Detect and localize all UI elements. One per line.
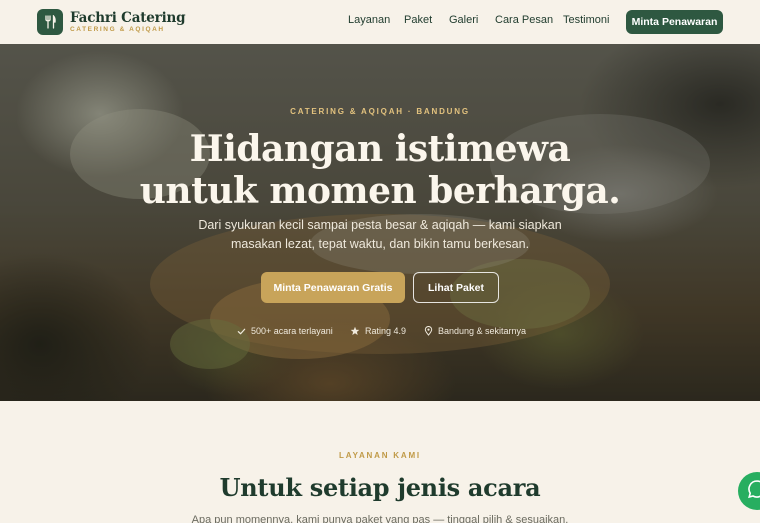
whatsapp-icon — [747, 479, 760, 504]
stat-events-text: 500+ acara terlayani — [251, 326, 333, 336]
stat-location-text: Bandung & sekitarnya — [438, 326, 527, 336]
brand-tagline: CATERING & AQIQAH — [70, 26, 165, 33]
hero-title-line-1: Hidangan istimewa — [189, 128, 571, 170]
hero-lead: Dari syukuran kecil sampai pesta besar &… — [0, 216, 760, 254]
nav-item-galeri[interactable]: Galeri — [449, 14, 478, 26]
services-section: LAYANAN KAMI Untuk setiap jenis acara Ap… — [0, 401, 760, 523]
services-eyebrow: LAYANAN KAMI — [339, 451, 421, 460]
nav-item-cara-pesan[interactable]: Cara Pesan — [495, 14, 553, 26]
request-quote-button[interactable]: Minta Penawaran — [626, 10, 723, 34]
brand-logo[interactable]: Fachri Catering CATERING & AQIQAH — [37, 9, 186, 35]
hero-lead-line-1: Dari syukuran kecil sampai pesta besar &… — [198, 218, 562, 232]
nav-item-layanan[interactable]: Layanan — [348, 14, 390, 26]
nav-item-testimoni[interactable]: Testimoni — [563, 14, 609, 26]
utensils-icon — [37, 9, 63, 35]
brand-name: Fachri Catering — [70, 10, 186, 26]
hero-title: Hidangan istimewa untuk momen berharga. — [0, 128, 760, 212]
nav-item-paket[interactable]: Paket — [404, 14, 432, 26]
view-packages-button[interactable]: Lihat Paket — [413, 272, 499, 303]
check-icon — [236, 326, 246, 336]
free-quote-button[interactable]: Minta Penawaran Gratis — [261, 272, 405, 303]
hero-lead-line-2: masakan lezat, tepat waktu, dan bikin ta… — [230, 237, 530, 251]
star-icon — [350, 326, 360, 336]
services-lead: Apa pun momennya, kami punya paket yang … — [191, 514, 569, 523]
top-navbar: Fachri Catering CATERING & AQIQAH Layana… — [0, 0, 760, 44]
location-pin-icon — [423, 326, 433, 336]
stat-rating-text: Rating 4.9 — [365, 326, 407, 336]
hero-title-line-2: untuk momen berharga. — [139, 170, 621, 212]
hero-eyebrow: CATERING & AQIQAH · BANDUNG — [290, 107, 470, 116]
stat-location: Bandung & sekitarnya — [423, 326, 526, 336]
hero-section: CATERING & AQIQAH · BANDUNG Hidangan ist… — [0, 44, 760, 401]
stat-events: 500+ acara terlayani — [236, 326, 333, 336]
hero-stats: 500+ acara terlayani Rating 4.9 Bandung … — [0, 326, 760, 340]
services-title: Untuk setiap jenis acara — [219, 473, 541, 502]
stat-rating: Rating 4.9 — [350, 326, 406, 336]
